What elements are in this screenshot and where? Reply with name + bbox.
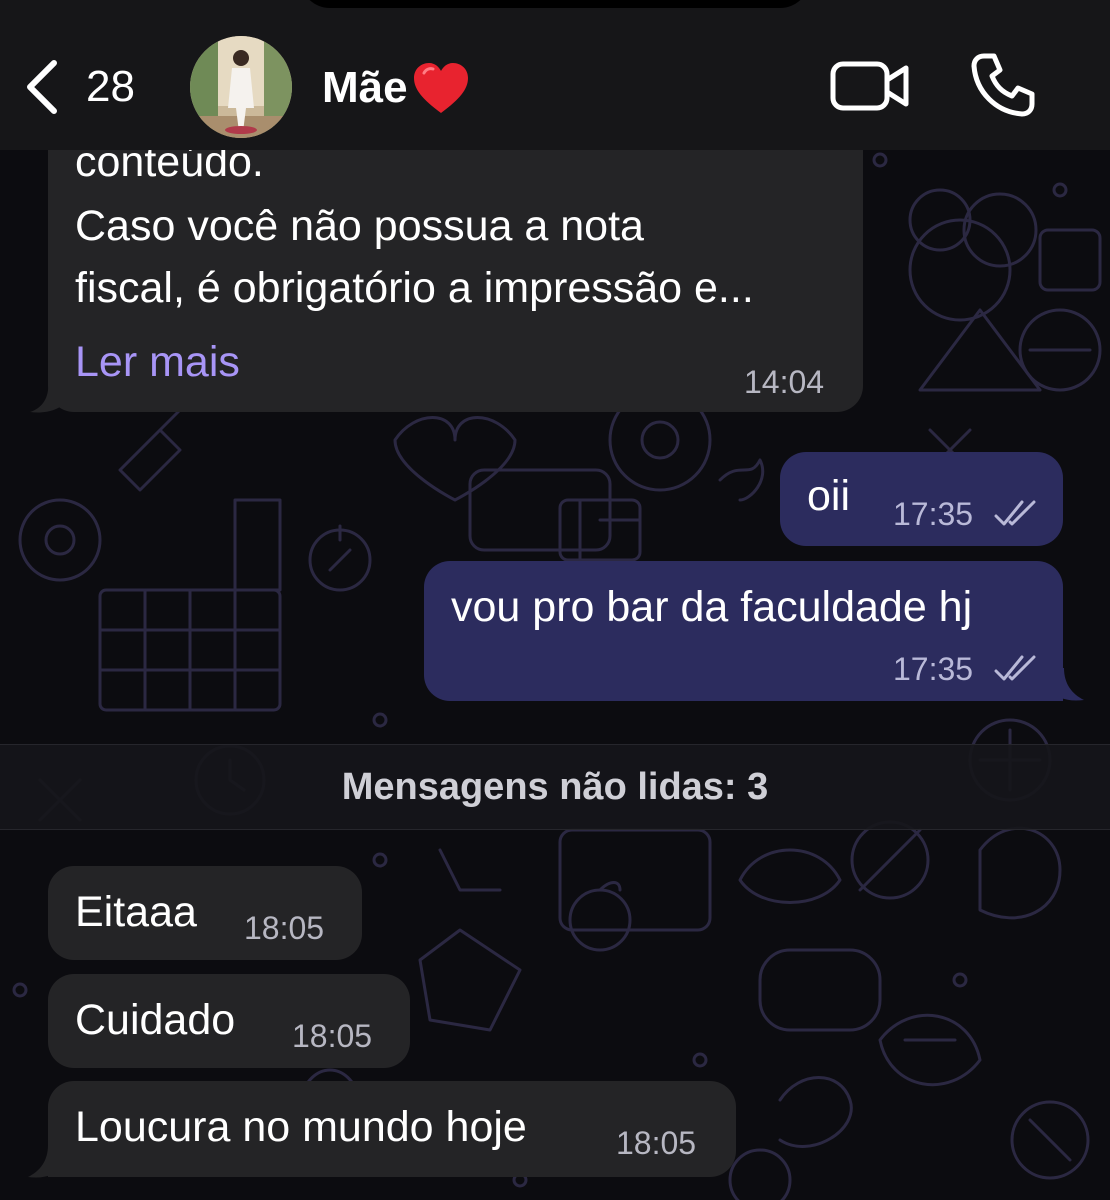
- contact-avatar[interactable]: [190, 36, 292, 138]
- read-more-link[interactable]: Ler mais: [75, 338, 240, 387]
- message-text: Eitaaa: [75, 888, 197, 936]
- unread-messages-label: Mensagens não lidas: 3: [341, 765, 769, 808]
- back-chevron-icon: [27, 60, 57, 114]
- contact-name-text: Mãe: [322, 63, 408, 112]
- message-incoming-long: conteúdo. Caso você não possua a nota fi…: [48, 110, 863, 412]
- message-time: 17:35: [893, 651, 974, 687]
- message-text: Loucura no mundo hoje: [75, 1103, 527, 1151]
- message-time: 18:05: [616, 1125, 697, 1161]
- heart-emoji: [413, 63, 468, 113]
- bubble-tail: [30, 380, 68, 413]
- unread-chats-count: 28: [86, 62, 135, 111]
- phone-icon: [971, 53, 1035, 117]
- double-check-read-icon: [994, 655, 1036, 681]
- message-time: 17:35: [893, 496, 974, 532]
- chat-header: 28 Mãe: [0, 0, 1110, 150]
- message-time: 18:05: [244, 910, 325, 946]
- message-text: oii: [807, 472, 851, 520]
- bubble-tail: [28, 1145, 62, 1178]
- message-time: 14:04: [744, 364, 825, 400]
- message-time: 18:05: [292, 1018, 373, 1054]
- message-incoming: Loucura no mundo hoje 18:05: [48, 1081, 736, 1177]
- avatar-photo: [190, 36, 292, 138]
- message-outgoing: oii 17:35: [780, 452, 1063, 546]
- contact-name[interactable]: Mãe: [322, 58, 470, 118]
- device-notch: [300, 0, 810, 8]
- message-outgoing: vou pro bar da faculdade hj 17:35: [424, 561, 1063, 701]
- video-call-button[interactable]: [830, 58, 910, 114]
- message-line: Caso você não possua a nota: [75, 202, 644, 250]
- message-text: vou pro bar da faculdade hj: [451, 583, 973, 631]
- double-check-read-icon: [994, 500, 1036, 526]
- video-camera-icon: [830, 61, 909, 111]
- message-text: Cuidado: [75, 996, 236, 1044]
- message-incoming: Eitaaa 18:05: [48, 866, 362, 960]
- message-line: fiscal, é obrigatório a impressão e...: [75, 264, 754, 312]
- message-incoming: Cuidado 18:05: [48, 974, 410, 1068]
- unread-messages-divider: Mensagens não lidas: 3: [0, 744, 1110, 830]
- voice-call-button[interactable]: [970, 52, 1036, 118]
- back-button[interactable]: 28: [22, 55, 162, 119]
- bubble-tail: [1050, 668, 1084, 701]
